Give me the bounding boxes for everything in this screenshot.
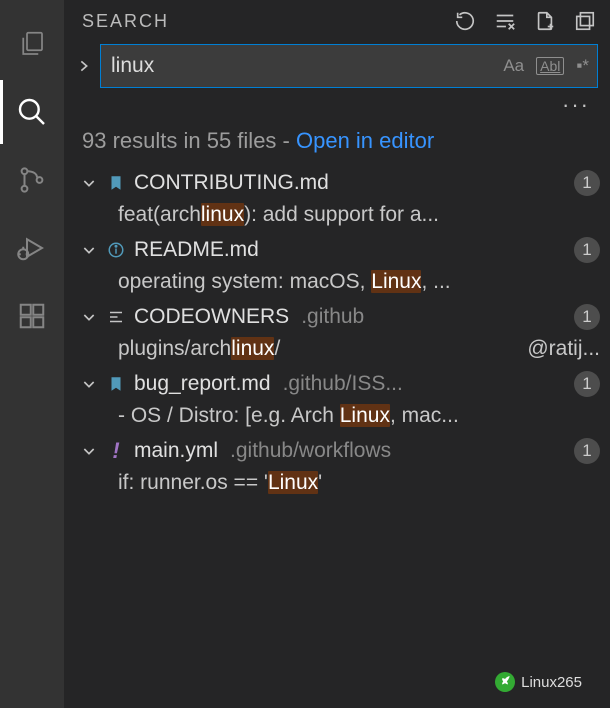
- match-word-toggle[interactable]: Abl: [536, 57, 564, 75]
- match-right: @ratij...: [527, 337, 600, 361]
- file-row[interactable]: CONTRIBUTING.md 1: [70, 166, 610, 200]
- watermark: Linux265: [495, 672, 582, 692]
- search-row: Aa Abl ▪*: [64, 40, 610, 88]
- collapse-icon[interactable]: [574, 10, 596, 32]
- file-name: main.yml: [134, 439, 218, 463]
- search-panel: SEARCH Aa Abl ▪*: [64, 0, 610, 708]
- file-path: .github/workflows: [230, 439, 566, 463]
- chevron-down-icon[interactable]: [80, 309, 98, 325]
- chevron-down-icon[interactable]: [80, 443, 98, 459]
- toggle-replace-icon[interactable]: [74, 58, 94, 74]
- watermark-text: Linux265: [521, 674, 582, 691]
- file-row[interactable]: README.md 1: [70, 233, 610, 267]
- more-options-icon[interactable]: ···: [64, 88, 610, 118]
- match-row[interactable]: operating system: macOS, Linux, ...: [70, 267, 610, 300]
- chevron-down-icon[interactable]: [80, 175, 98, 191]
- match-case-toggle[interactable]: Aa: [501, 56, 526, 76]
- open-in-editor-link[interactable]: Open in editor: [296, 128, 434, 153]
- match-row[interactable]: plugins/archlinux/ @ratij...: [70, 334, 610, 367]
- file-type-icon: [106, 375, 126, 393]
- new-file-icon[interactable]: [534, 10, 556, 32]
- regex-toggle[interactable]: ▪*: [574, 56, 591, 76]
- match-text: operating system: macOS, Linux, ...: [118, 270, 600, 294]
- panel-title: SEARCH: [82, 11, 169, 32]
- header-actions: [454, 10, 596, 32]
- match-count-badge: 1: [574, 170, 600, 196]
- match-count-badge: 1: [574, 304, 600, 330]
- results-tree: CONTRIBUTING.md 1 feat(archlinux): add sup…: [64, 166, 610, 708]
- activity-debug[interactable]: [0, 216, 64, 280]
- file-type-icon: [106, 241, 126, 259]
- file-path: .github: [301, 305, 566, 329]
- match-count-badge: 1: [574, 237, 600, 263]
- activity-search[interactable]: [0, 80, 64, 144]
- file-name: bug_report.md: [134, 372, 271, 396]
- match-count-badge: 1: [574, 371, 600, 397]
- file-name: CONTRIBUTING.md: [134, 171, 329, 195]
- search-toggles: Aa Abl ▪*: [501, 56, 591, 76]
- activity-explorer[interactable]: [0, 12, 64, 76]
- file-name: README.md: [134, 238, 259, 262]
- file-type-icon: !: [106, 438, 126, 464]
- file-name: CODEOWNERS: [134, 305, 289, 329]
- panel-header: SEARCH: [64, 0, 610, 40]
- chevron-down-icon[interactable]: [80, 242, 98, 258]
- match-text: - OS / Distro: [e.g. Arch Linux, mac...: [118, 404, 600, 428]
- match-count-badge: 1: [574, 438, 600, 464]
- search-input[interactable]: [111, 54, 501, 78]
- refresh-icon[interactable]: [454, 10, 476, 32]
- activity-extensions[interactable]: [0, 284, 64, 348]
- file-row[interactable]: ! main.yml .github/workflows 1: [70, 434, 610, 468]
- search-input-container: Aa Abl ▪*: [100, 44, 598, 88]
- summary-text: 93 results in 55 files -: [82, 128, 296, 153]
- match-text: plugins/archlinux/: [118, 337, 515, 361]
- results-summary: 93 results in 55 files - Open in editor: [64, 118, 610, 166]
- file-row[interactable]: CODEOWNERS .github 1: [70, 300, 610, 334]
- activity-bar: [0, 0, 64, 708]
- watermark-icon: [495, 672, 515, 692]
- match-text: if: runner.os == 'Linux': [118, 471, 600, 495]
- file-path: .github/ISS...: [283, 372, 566, 396]
- match-row[interactable]: - OS / Distro: [e.g. Arch Linux, mac...: [70, 401, 610, 434]
- chevron-down-icon[interactable]: [80, 376, 98, 392]
- activity-scm[interactable]: [0, 148, 64, 212]
- clear-results-icon[interactable]: [494, 10, 516, 32]
- match-row[interactable]: if: runner.os == 'Linux': [70, 468, 610, 501]
- match-text: feat(archlinux): add support for a...: [118, 203, 600, 227]
- file-type-icon: [106, 308, 126, 326]
- file-row[interactable]: bug_report.md .github/ISS... 1: [70, 367, 610, 401]
- file-type-icon: [106, 174, 126, 192]
- match-row[interactable]: feat(archlinux): add support for a...: [70, 200, 610, 233]
